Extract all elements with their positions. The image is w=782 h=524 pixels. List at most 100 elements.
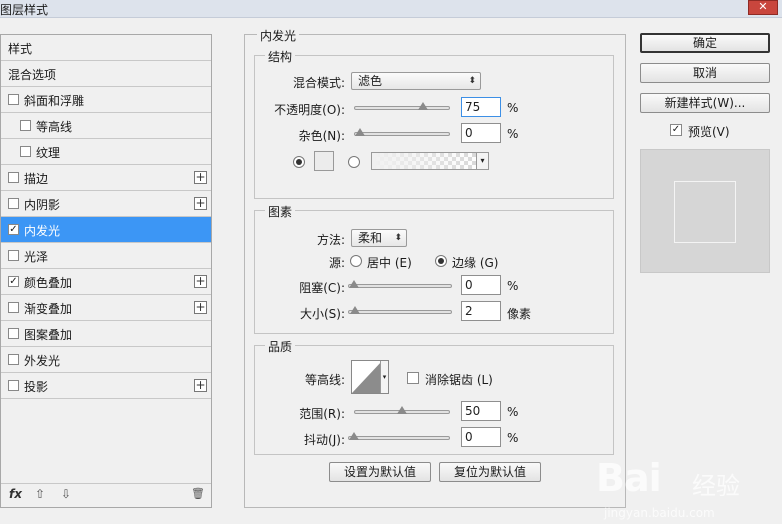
style-item-label: 斜面和浮雕 [24, 94, 85, 108]
style-item-2[interactable]: 斜面和浮雕 [1, 87, 211, 113]
close-button[interactable]: ✕ [748, 0, 778, 15]
style-item-checkbox[interactable] [8, 302, 19, 313]
antialias-checkbox[interactable] [407, 372, 419, 384]
new-style-button[interactable]: 新建样式(W)... [640, 93, 770, 113]
style-item-label: 光泽 [24, 250, 49, 264]
style-item-checkbox[interactable] [8, 354, 19, 365]
dropdown-arrow-icon[interactable]: ▾ [380, 361, 388, 393]
solid-color-radio[interactable] [293, 156, 305, 168]
style-item-checkbox[interactable] [20, 120, 31, 131]
style-item-checkbox[interactable]: ✓ [8, 276, 19, 287]
add-instance-icon[interactable]: + [194, 171, 207, 184]
add-instance-icon[interactable]: + [194, 379, 207, 392]
range-label: 范围(R): [299, 407, 345, 421]
add-instance-icon[interactable]: + [194, 301, 207, 314]
reset-default-button[interactable]: 复位为默认值 [439, 462, 541, 482]
choke-slider-thumb[interactable] [349, 280, 359, 288]
styles-footer: fx ⇧ ⇩ 🗑 [1, 483, 211, 507]
glow-gradient-picker[interactable]: ▾ [371, 152, 489, 170]
choke-label: 阻塞(C): [299, 281, 345, 295]
range-field[interactable]: 50 [461, 401, 501, 421]
preview-checkbox[interactable]: ✓ [670, 124, 682, 136]
opacity-slider[interactable] [354, 102, 450, 110]
opacity-field[interactable]: 75 [461, 97, 501, 117]
gradient-radio[interactable] [348, 156, 360, 168]
style-item-9[interactable]: ✓ 颜色叠加 + [1, 269, 211, 295]
trash-icon[interactable]: 🗑 [191, 487, 205, 500]
style-item-11[interactable]: 图案叠加 [1, 321, 211, 347]
style-item-checkbox[interactable] [8, 172, 19, 183]
style-item-label: 渐变叠加 [24, 302, 73, 316]
cancel-button[interactable]: 取消 [640, 63, 770, 83]
size-slider[interactable] [348, 306, 452, 314]
style-item-10[interactable]: 渐变叠加 + [1, 295, 211, 321]
move-up-icon[interactable]: ⇧ [35, 487, 45, 501]
source-edge-radio[interactable] [435, 255, 447, 267]
range-slider[interactable] [354, 406, 450, 414]
opacity-label: 不透明度(O): [274, 103, 345, 117]
noise-label: 杂色(N): [298, 129, 345, 143]
jitter-slider[interactable] [348, 432, 450, 440]
method-value: 柔和 [358, 231, 383, 245]
gradient-fade [372, 153, 488, 169]
size-field[interactable]: 2 [461, 301, 501, 321]
source-edge-label: 边缘 (G) [452, 256, 499, 270]
style-item-13[interactable]: 投影 + [1, 373, 211, 399]
preview-swatch [674, 181, 736, 243]
style-item-label: 颜色叠加 [24, 276, 73, 290]
dropdown-arrow-icon[interactable]: ▾ [476, 153, 488, 169]
glow-color-swatch[interactable] [314, 151, 334, 171]
style-item-5[interactable]: 描边 + [1, 165, 211, 191]
fx-icon[interactable]: fx [9, 487, 22, 501]
ok-button[interactable]: 确定 [640, 33, 770, 53]
watermark-url: jingyan.baidu.com [604, 506, 715, 520]
antialias-label: 消除锯齿 (L) [425, 373, 493, 387]
style-item-checkbox[interactable] [20, 146, 31, 157]
choke-unit: % [507, 279, 519, 293]
blend-mode-label: 混合模式: [292, 76, 345, 90]
style-item-4[interactable]: 纹理 [1, 139, 211, 165]
jitter-field[interactable]: 0 [461, 427, 501, 447]
style-item-12[interactable]: 外发光 [1, 347, 211, 373]
blend-mode-select[interactable]: 滤色 ⬍ [351, 72, 481, 90]
noise-slider-thumb[interactable] [355, 128, 365, 136]
style-item-3[interactable]: 等高线 [1, 113, 211, 139]
size-slider-thumb[interactable] [349, 306, 360, 314]
noise-field[interactable]: 0 [461, 123, 501, 143]
add-instance-icon[interactable]: + [194, 197, 207, 210]
style-preview [640, 149, 770, 273]
style-item-checkbox[interactable] [8, 250, 19, 261]
choke-field[interactable]: 0 [461, 275, 501, 295]
jitter-label: 抖动(J): [304, 433, 345, 447]
noise-slider[interactable] [354, 128, 450, 136]
jitter-slider-thumb[interactable] [349, 432, 359, 440]
opacity-unit: % [507, 101, 519, 115]
add-instance-icon[interactable]: + [194, 275, 207, 288]
style-item-1[interactable]: 混合选项 [1, 61, 211, 87]
style-item-checkbox[interactable]: ✓ [8, 224, 19, 235]
elements-group: 图素 方法: 柔和 ⬍ 源: 居中 (E) 边缘 (G) 阻塞(C): 0 % … [254, 203, 614, 334]
preview-label: 预览(V) [688, 125, 730, 139]
style-item-label: 样式 [8, 42, 33, 56]
style-item-checkbox[interactable] [8, 94, 19, 105]
source-center-radio[interactable] [350, 255, 362, 267]
style-item-6[interactable]: 内阴影 + [1, 191, 211, 217]
style-item-checkbox[interactable] [8, 198, 19, 209]
style-item-8[interactable]: 光泽 [1, 243, 211, 269]
contour-picker[interactable]: ▾ [351, 360, 389, 394]
choke-slider[interactable] [348, 280, 452, 288]
range-slider-thumb[interactable] [397, 406, 407, 414]
set-default-button[interactable]: 设置为默认值 [329, 462, 431, 482]
style-item-checkbox[interactable] [8, 380, 19, 391]
style-item-0[interactable]: 样式 [1, 35, 211, 61]
style-item-checkbox[interactable] [8, 328, 19, 339]
move-down-icon[interactable]: ⇩ [61, 487, 71, 501]
style-item-7[interactable]: ✓ 内发光 [1, 217, 211, 243]
method-select[interactable]: 柔和 ⬍ [351, 229, 407, 247]
contour-linear-icon [352, 361, 382, 393]
watermark-cn: 经验 [692, 472, 740, 500]
style-item-label: 投影 [24, 380, 49, 394]
opacity-slider-thumb[interactable] [418, 102, 428, 110]
style-item-label: 图案叠加 [24, 328, 73, 342]
source-label: 源: [328, 256, 345, 270]
